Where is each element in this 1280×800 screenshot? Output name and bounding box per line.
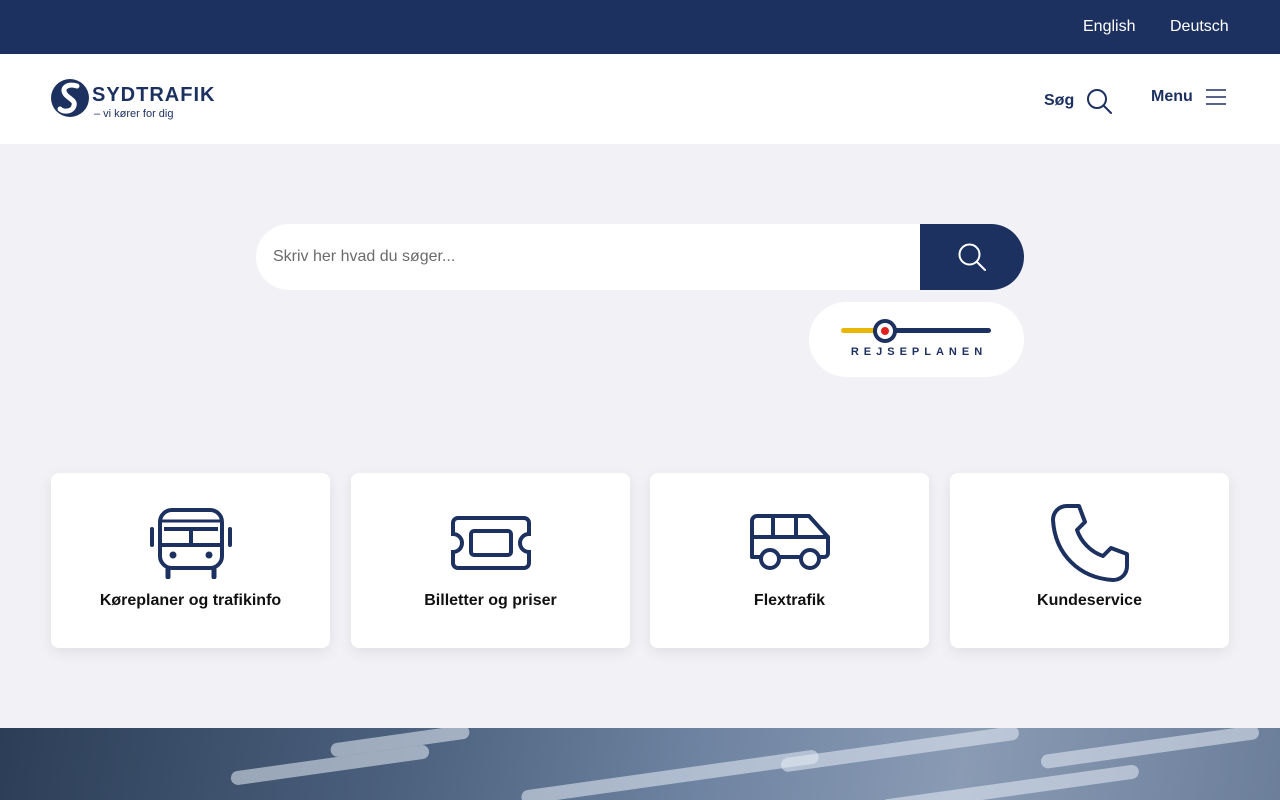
card-koereplaner[interactable]: Køreplaner og trafikinfo xyxy=(51,473,330,648)
rejseplanen-logo-dot-icon xyxy=(873,319,897,343)
card-title: Flextrafik xyxy=(753,592,826,609)
logo-wordmark: SYDTRAFIK xyxy=(92,84,216,106)
ticket-icon xyxy=(450,516,531,570)
card-kundeservice[interactable]: Kundeservice xyxy=(950,473,1229,648)
site-header: SYDTRAFIK – vi kører for dig Søg Menu xyxy=(0,54,1280,144)
search-icon xyxy=(1087,89,1113,114)
rejseplanen-label: REJSEPLANEN xyxy=(850,346,988,358)
language-english-link[interactable]: English xyxy=(1083,18,1135,36)
sydtrafik-logo[interactable]: SYDTRAFIK – vi kører for dig xyxy=(50,76,220,122)
rejseplanen-logo-navy-line xyxy=(885,328,991,333)
van-icon xyxy=(749,514,830,570)
phone-icon xyxy=(1050,504,1129,582)
hero-image xyxy=(0,728,1280,800)
site-search-box xyxy=(256,224,1024,290)
site-search-input[interactable] xyxy=(256,224,920,290)
logo-tagline: – vi kører for dig xyxy=(94,108,174,120)
card-title: Kundeservice xyxy=(1037,592,1142,609)
header-menu-label: Menu xyxy=(1151,88,1193,105)
sydtrafik-emblem-icon xyxy=(51,79,89,117)
rejseplanen-button[interactable]: REJSEPLANEN xyxy=(809,302,1024,377)
bus-icon xyxy=(149,508,232,579)
header-search-button[interactable]: Søg xyxy=(1044,88,1113,114)
header-menu-button[interactable]: Menu xyxy=(1151,88,1227,106)
card-flextrafik[interactable]: Flextrafik xyxy=(650,473,929,648)
card-title: Køreplaner og trafikinfo xyxy=(99,592,282,609)
hamburger-icon xyxy=(1205,89,1226,105)
language-deutsch-link[interactable]: Deutsch xyxy=(1170,18,1229,36)
card-billetter[interactable]: Billetter og priser xyxy=(351,473,630,648)
card-title: Billetter og priser xyxy=(424,592,557,609)
top-bar: English Deutsch xyxy=(0,0,1280,54)
search-icon xyxy=(958,243,986,271)
header-search-label: Søg xyxy=(1044,92,1075,109)
site-search-submit-button[interactable] xyxy=(920,224,1024,290)
